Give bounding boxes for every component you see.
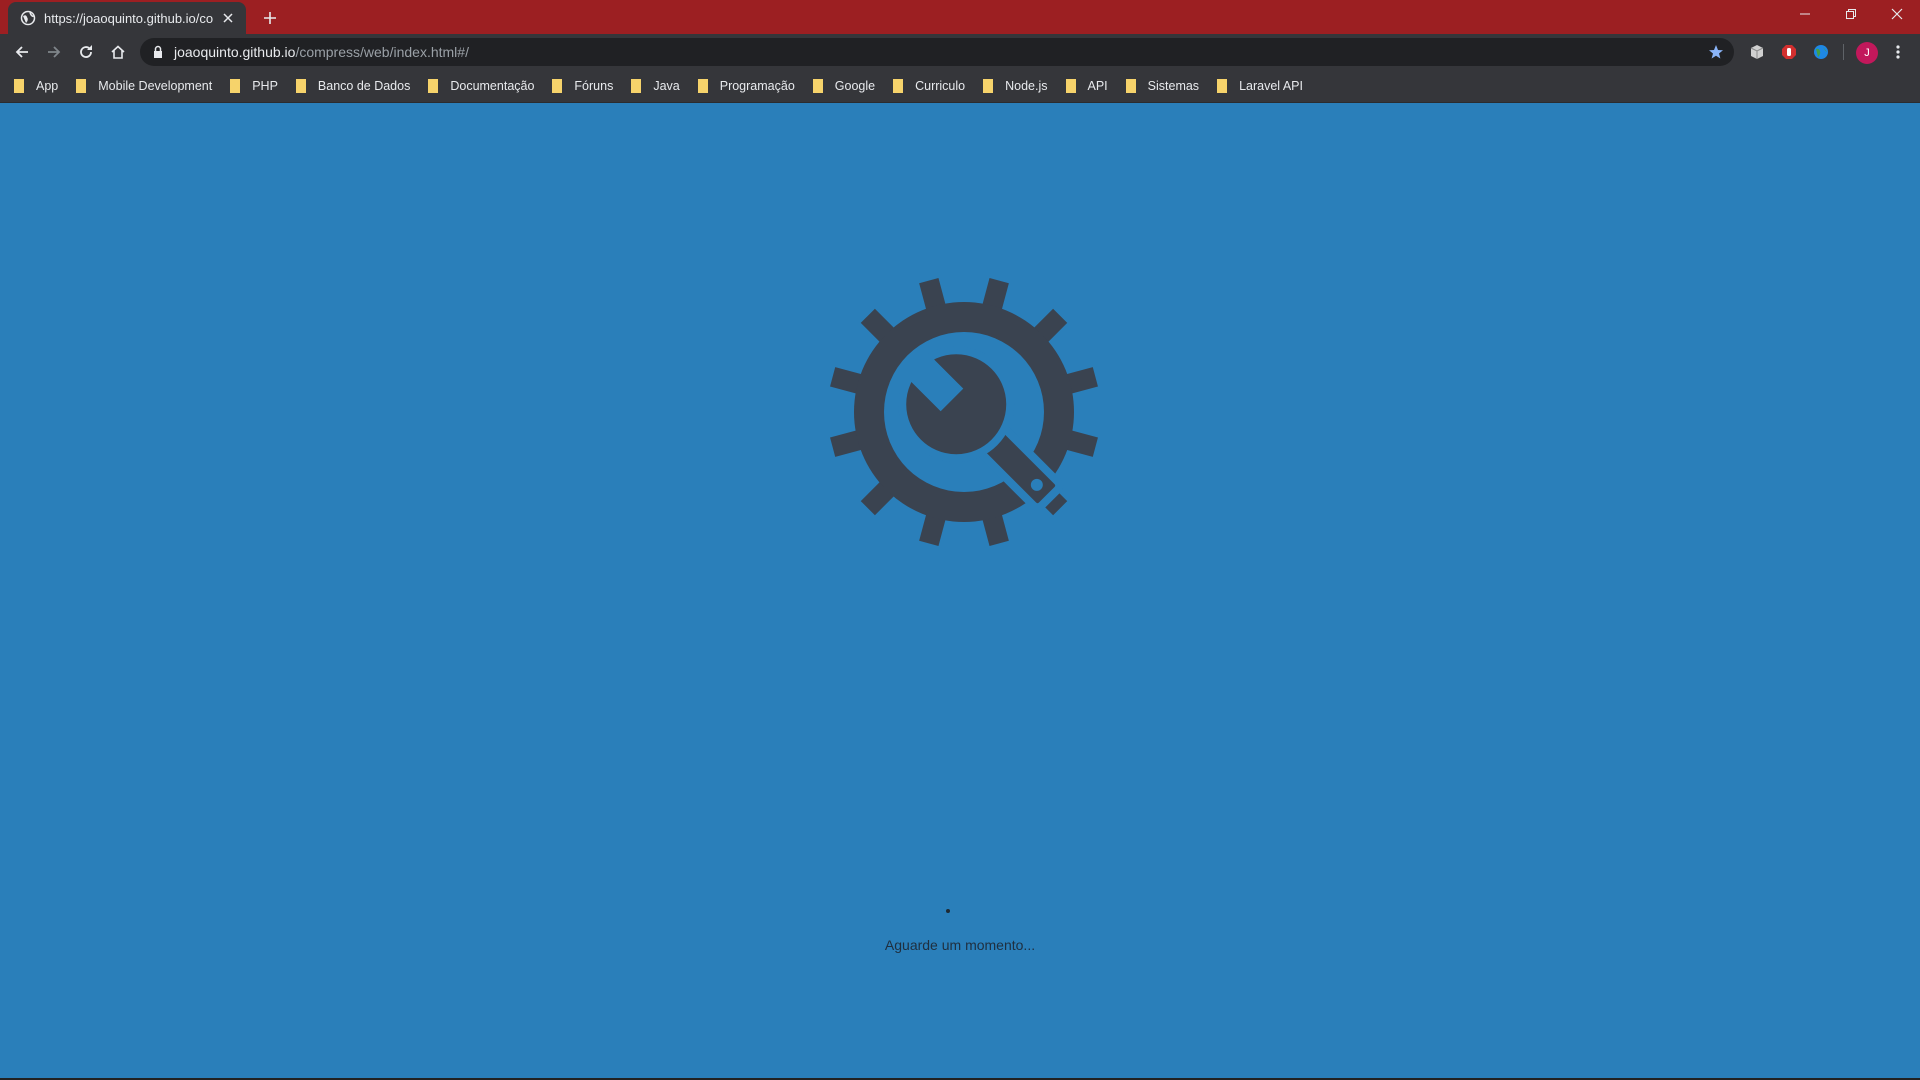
folder-icon: [76, 79, 87, 93]
folder-icon: [1125, 79, 1136, 93]
home-button[interactable]: [104, 38, 132, 66]
bookmark-label: Laravel API: [1239, 79, 1303, 93]
folder-icon: [230, 79, 241, 93]
bookmark-folder[interactable]: Sistemas: [1125, 74, 1200, 98]
folder-icon: [428, 79, 439, 93]
bookmark-folder[interactable]: Node.js: [983, 74, 1048, 98]
reload-icon: [80, 45, 92, 58]
close-icon[interactable]: [220, 10, 236, 26]
extension-adblock-icon[interactable]: [1779, 42, 1799, 62]
address-bar[interactable]: joaoquinto.github.io/compress/web/index.…: [140, 38, 1734, 66]
forward-button[interactable]: [40, 38, 68, 66]
folder-icon: [1217, 79, 1228, 93]
new-tab-button[interactable]: [258, 6, 282, 30]
bookmark-folder[interactable]: API: [1065, 74, 1108, 98]
bookmark-label: Mobile Development: [98, 79, 213, 93]
browser-window: https://joaoquinto.github.io/compress/we…: [0, 0, 1920, 1080]
bookmark-folder[interactable]: Mobile Development: [76, 74, 212, 98]
globe-icon: [20, 10, 36, 26]
bookmark-label: App: [36, 79, 59, 93]
bookmark-label: Documentação: [450, 79, 535, 93]
menu-button[interactable]: [1884, 38, 1912, 66]
bookmark-folder[interactable]: Documentação: [428, 74, 534, 98]
bookmarks-bar: App Mobile Development PHP Banco de Dados Do…: [0, 70, 1920, 103]
window-controls: [1782, 0, 1920, 28]
bookmark-label: Node.js: [1005, 79, 1048, 93]
bookmark-label: Fóruns: [574, 79, 614, 93]
bookmark-folder[interactable]: Laravel API: [1217, 74, 1303, 98]
page-content: Aguarde um momento...: [0, 103, 1920, 1080]
loading-message: Aguarde um momento...: [884, 937, 1036, 953]
restore-button[interactable]: [1828, 0, 1874, 28]
url-path: /compress/web/index.html#/: [295, 44, 469, 60]
bookmark-folder[interactable]: Java: [631, 74, 680, 98]
restore-icon: [1846, 9, 1856, 19]
bookmark-folder[interactable]: Curriculo: [893, 74, 965, 98]
folder-icon: [1065, 79, 1076, 93]
folder-icon: [983, 79, 994, 93]
toolbar: joaoquinto.github.io/compress/web/index.…: [0, 34, 1920, 70]
home-icon: [111, 45, 125, 59]
extension-cube-icon[interactable]: [1747, 42, 1767, 62]
folder-icon: [697, 79, 708, 93]
gear-wrench-icon: [818, 275, 1102, 559]
folder-icon: [295, 79, 306, 93]
close-window-button[interactable]: [1874, 0, 1920, 28]
folder-icon: [552, 79, 563, 93]
extension-globe-icon[interactable]: [1811, 42, 1831, 62]
bookmark-folder[interactable]: Google: [812, 74, 876, 98]
folder-icon: [631, 79, 642, 93]
folder-icon: [14, 79, 24, 93]
plus-icon: [264, 12, 276, 24]
reload-button[interactable]: [72, 38, 100, 66]
tab-title: https://joaoquinto.github.io/compress/we…: [44, 10, 214, 26]
bookmark-label: Curriculo: [915, 79, 966, 93]
minimize-icon: [1800, 13, 1810, 15]
bookmark-label: Google: [834, 79, 876, 93]
bookmark-label: Banco de Dados: [317, 79, 411, 93]
star-icon[interactable]: [1708, 44, 1724, 60]
close-icon: [1891, 8, 1903, 20]
bookmark-label: Sistemas: [1147, 79, 1200, 93]
toolbar-divider: [1843, 44, 1844, 60]
bookmark-folder[interactable]: App: [14, 74, 58, 98]
folder-icon: [893, 79, 904, 93]
minimize-button[interactable]: [1782, 0, 1828, 28]
arrow-right-icon: [48, 46, 61, 58]
bookmark-folder[interactable]: Banco de Dados: [295, 74, 411, 98]
url-host: joaoquinto.github.io: [174, 44, 296, 60]
bookmark-label: Java: [653, 79, 680, 93]
profile-avatar[interactable]: J: [1856, 42, 1878, 64]
bookmark-label: PHP: [252, 79, 278, 93]
tab-strip: https://joaoquinto.github.io/compress/we…: [0, 0, 1920, 34]
back-button[interactable]: [8, 38, 36, 66]
bookmark-folder[interactable]: Programação: [697, 74, 795, 98]
bookmark-folder[interactable]: PHP: [230, 74, 278, 98]
active-tab[interactable]: https://joaoquinto.github.io/compress/we…: [8, 2, 246, 34]
bookmark-folder[interactable]: Fóruns: [552, 74, 613, 98]
lock-icon[interactable]: [152, 45, 164, 59]
folder-icon: [812, 79, 823, 93]
bookmark-label: Programação: [719, 79, 795, 93]
loading-spinner: [946, 909, 950, 913]
bookmark-label: API: [1087, 79, 1108, 93]
arrow-left-icon: [15, 46, 28, 58]
kebab-menu-icon: [1896, 45, 1900, 59]
